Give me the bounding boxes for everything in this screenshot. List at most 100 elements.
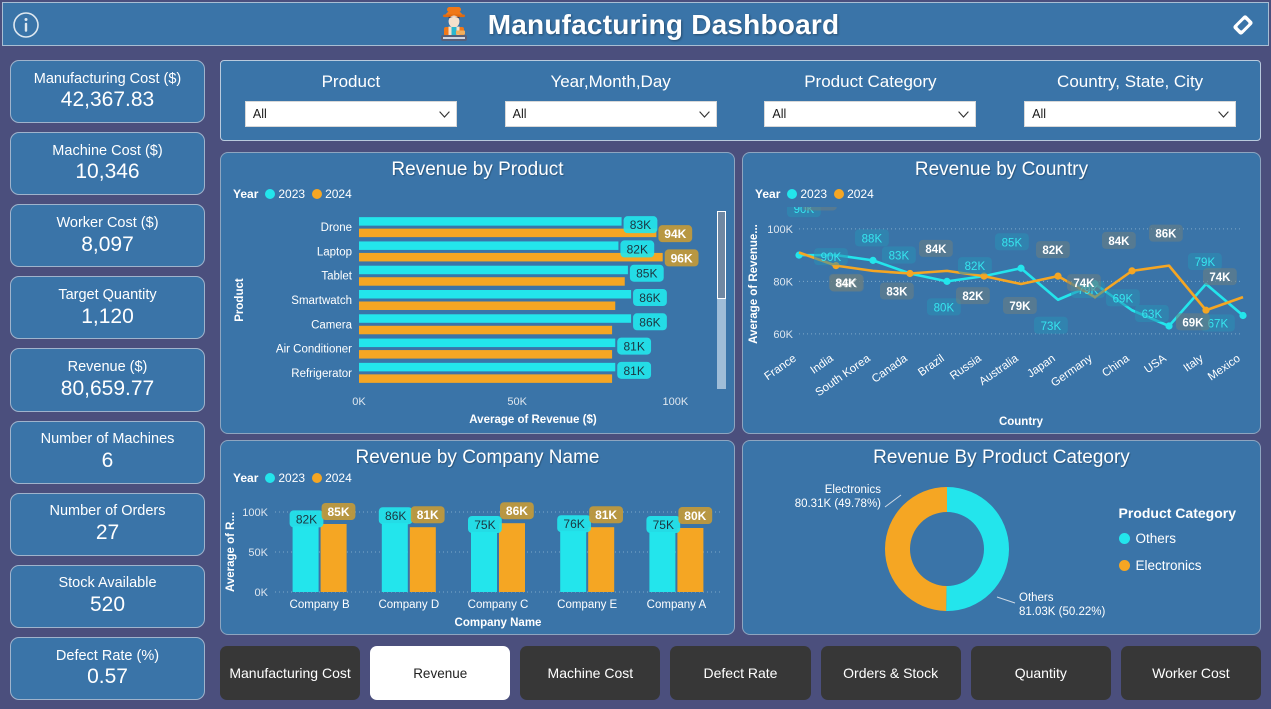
tab-label: Manufacturing Cost bbox=[229, 665, 351, 681]
kpi-value: 0.57 bbox=[87, 665, 128, 689]
legend-label: Electronics bbox=[1135, 558, 1202, 573]
kpi-card-defect-rate[interactable]: Defect Rate (%) 0.57 bbox=[10, 636, 205, 700]
svg-text:84K: 84K bbox=[835, 278, 857, 290]
legend-item-2024[interactable]: 2024 bbox=[312, 187, 352, 201]
tab-quantity[interactable]: Quantity bbox=[970, 646, 1111, 700]
legend-item-2023[interactable]: 2023 bbox=[787, 187, 827, 201]
svg-text:86K: 86K bbox=[639, 315, 660, 329]
svg-text:Company B: Company B bbox=[290, 599, 350, 611]
svg-text:80K: 80K bbox=[773, 276, 793, 288]
tab-defect-rate[interactable]: Defect Rate bbox=[670, 646, 811, 700]
header-center: Manufacturing Dashboard bbox=[3, 3, 1270, 47]
kpi-card-stock-available[interactable]: Stock Available 520 bbox=[10, 564, 205, 628]
svg-text:Brazil: Brazil bbox=[916, 353, 946, 379]
tab-label: Revenue bbox=[413, 665, 468, 681]
legend-swatch-cyan bbox=[787, 189, 798, 199]
svg-text:67K: 67K bbox=[1208, 319, 1229, 331]
legend-title: Year bbox=[233, 471, 259, 485]
legend-title: Year bbox=[755, 187, 781, 201]
svg-text:USA: USA bbox=[1142, 352, 1169, 376]
kpi-title: Number of Machines bbox=[40, 431, 175, 448]
kpi-card-machine-cost[interactable]: Machine Cost ($) 10,346 bbox=[10, 132, 205, 196]
tab-revenue[interactable]: Revenue bbox=[370, 646, 511, 700]
product-category-dropdown[interactable]: All bbox=[764, 101, 977, 127]
legend-item-2023[interactable]: 2023 bbox=[265, 471, 305, 485]
legend-label: 2023 bbox=[278, 187, 306, 201]
kpi-card-target-quantity[interactable]: Target Quantity 1,120 bbox=[10, 276, 205, 340]
tab-label: Defect Rate bbox=[703, 665, 778, 681]
legend-label: 2024 bbox=[325, 471, 352, 485]
filter-product-category: Product Category All bbox=[741, 61, 1001, 140]
legend-item-2024[interactable]: 2024 bbox=[834, 187, 874, 201]
dashboard-root: Manufacturing Dashboard Manufacturing Co… bbox=[0, 0, 1271, 709]
chart-scrollbar-thumb[interactable] bbox=[717, 211, 726, 299]
eraser-icon[interactable] bbox=[1228, 10, 1258, 40]
kpi-card-revenue[interactable]: Revenue ($) 80,659.77 bbox=[10, 348, 205, 412]
donut-legend: Product Category Others Electronics bbox=[1118, 505, 1236, 585]
chart-legend: Year 2023 2024 bbox=[233, 471, 352, 485]
tab-manufacturing-cost[interactable]: Manufacturing Cost bbox=[220, 646, 361, 700]
kpi-value: 80,659.77 bbox=[60, 376, 155, 400]
product-dropdown[interactable]: All bbox=[244, 101, 457, 127]
svg-text:94K: 94K bbox=[664, 227, 686, 241]
svg-text:100K: 100K bbox=[242, 507, 268, 519]
svg-text:80K: 80K bbox=[684, 509, 706, 523]
kpi-card-number-of-machines[interactable]: Number of Machines 6 bbox=[10, 420, 205, 484]
svg-text:Others: Others bbox=[1019, 592, 1054, 604]
kpi-value: 8,097 bbox=[81, 232, 134, 256]
kpi-title: Target Quantity bbox=[58, 286, 157, 303]
filter-date: Year,Month,Day All bbox=[481, 61, 741, 140]
legend-item-others[interactable]: Others bbox=[1118, 531, 1236, 546]
svg-text:73K: 73K bbox=[1041, 321, 1062, 333]
svg-text:Australia: Australia bbox=[977, 352, 1021, 388]
line-chart-revenue-by-country[interactable]: 60K 80K 100K Average of Revenue... Country Fr… bbox=[743, 207, 1260, 432]
kpi-title: Number of Orders bbox=[49, 503, 166, 520]
kpi-card-worker-cost[interactable]: Worker Cost ($) 8,097 bbox=[10, 204, 205, 268]
svg-text:76K: 76K bbox=[563, 517, 584, 531]
bar-chart-revenue-by-company[interactable]: 0K 50K 100K Average of R... Company Name Comp… bbox=[221, 490, 734, 635]
tab-machine-cost[interactable]: Machine Cost bbox=[520, 646, 661, 700]
legend-label: 2024 bbox=[325, 187, 352, 201]
legend-swatch-cyan bbox=[265, 189, 276, 199]
tab-orders-and-stock[interactable]: Orders & Stock bbox=[820, 646, 961, 700]
svg-text:86K: 86K bbox=[385, 509, 406, 523]
svg-text:0K: 0K bbox=[352, 396, 366, 408]
svg-text:Company D: Company D bbox=[378, 599, 439, 611]
legend-swatch-cyan bbox=[265, 473, 276, 483]
kpi-title: Manufacturing Cost ($) bbox=[33, 70, 182, 87]
filter-label: Year,Month,Day bbox=[550, 72, 671, 91]
svg-text:Smartwatch: Smartwatch bbox=[291, 295, 352, 307]
kpi-value: 42,367.83 bbox=[60, 88, 155, 112]
svg-text:69K: 69K bbox=[1113, 293, 1134, 305]
svg-text:Germany: Germany bbox=[1049, 352, 1095, 389]
svg-text:83K: 83K bbox=[630, 218, 651, 232]
svg-text:86K: 86K bbox=[639, 291, 660, 305]
svg-text:85K: 85K bbox=[1002, 237, 1023, 249]
legend-label: 2023 bbox=[800, 187, 828, 201]
kpi-value: 27 bbox=[95, 520, 120, 544]
date-dropdown[interactable]: All bbox=[504, 101, 717, 127]
tab-label: Quantity bbox=[1014, 665, 1067, 681]
tab-label: Orders & Stock bbox=[843, 665, 939, 681]
chart-legend: Year 2023 2024 bbox=[233, 187, 352, 201]
svg-text:82K: 82K bbox=[965, 261, 986, 273]
location-dropdown[interactable]: All bbox=[1024, 101, 1237, 127]
bar-chart-revenue-by-product[interactable]: 0K 50K 100K Average of Revenue ($) Product Dr… bbox=[221, 209, 734, 434]
svg-text:60K: 60K bbox=[773, 329, 793, 341]
legend-swatch-orange bbox=[1118, 560, 1130, 571]
svg-text:China: China bbox=[1100, 352, 1132, 379]
filter-label: Product Category bbox=[804, 72, 937, 91]
chart-title: Revenue by Product bbox=[391, 159, 564, 180]
kpi-card-manufacturing-cost[interactable]: Manufacturing Cost ($) 42,367.83 bbox=[10, 60, 205, 124]
legend-item-electronics[interactable]: Electronics bbox=[1118, 558, 1236, 573]
chart-legend: Year 2023 2024 bbox=[755, 187, 874, 201]
kpi-card-number-of-orders[interactable]: Number of Orders 27 bbox=[10, 492, 205, 556]
svg-text:85K: 85K bbox=[327, 505, 349, 519]
svg-text:88K: 88K bbox=[862, 233, 883, 245]
chart-panel-revenue-by-company: Revenue by Company Name Year 2023 2024 0… bbox=[220, 440, 735, 635]
donut-chart-revenue-by-product-category[interactable]: Electronics 80.31K (49.78%) Others 81.03K (… bbox=[749, 471, 1109, 631]
tab-worker-cost[interactable]: Worker Cost bbox=[1120, 646, 1261, 700]
chevron-down-icon bbox=[698, 110, 710, 118]
legend-item-2024[interactable]: 2024 bbox=[312, 471, 352, 485]
legend-item-2023[interactable]: 2023 bbox=[265, 187, 305, 201]
